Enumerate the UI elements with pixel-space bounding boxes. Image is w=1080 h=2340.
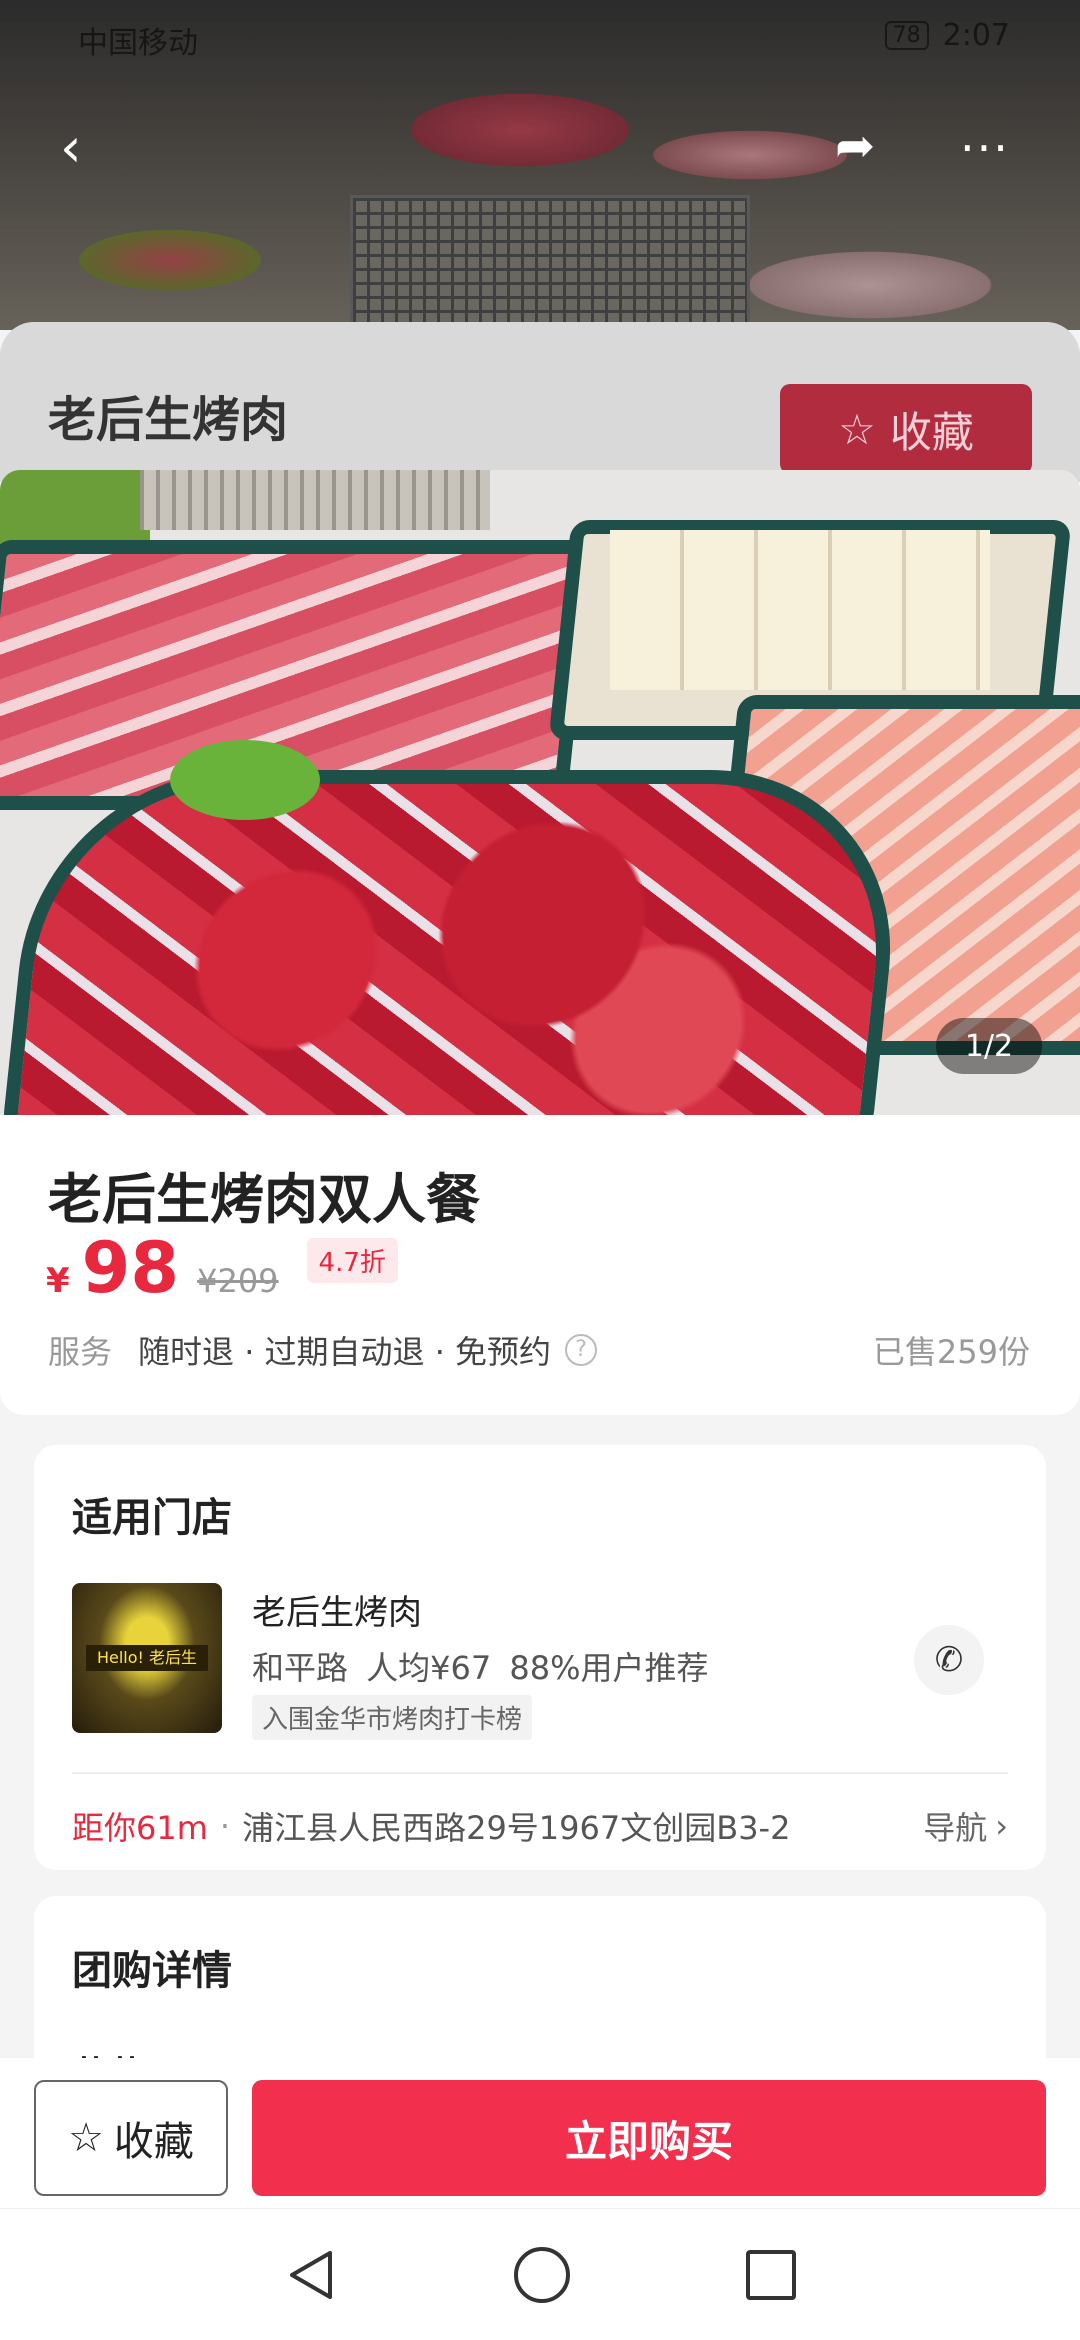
service-items: 随时退 · 过期自动退 · 免预约 [138,1333,552,1371]
grill-edge [140,470,490,530]
system-recents-icon[interactable] [746,2250,796,2300]
store-thumbnail[interactable]: Hello! 老后生 [72,1583,222,1733]
screen: 中国移动 78 2:07 ‹ ➦ ··· 老后生烤肉 ☆ 收藏 1/2 老后生烤… [0,0,1080,2340]
divider [72,1772,1008,1774]
discount-badge: 4.7折 [306,1237,398,1283]
store-thumbnail-sign: Hello! 老后生 [86,1645,208,1671]
product-info: 老后生烤肉双人餐 ¥ 98 ¥209 4.7折 服务 随时退 · 过期自动退 ·… [0,1115,1080,1415]
system-home-icon[interactable] [514,2247,570,2303]
phone-button[interactable]: ✆ [914,1625,984,1695]
navigate-link[interactable]: 导航 › [923,1803,1008,1849]
price-row: ¥ 98 ¥209 4.7折 [46,1233,398,1303]
star-outline-icon: ☆ [68,2115,104,2161]
chevron-right-icon: › [995,1807,1008,1845]
buy-now-button[interactable]: 立即购买 [252,2080,1046,2196]
sale-price: 98 [81,1227,180,1309]
beef-tray [0,770,910,1115]
product-title: 老后生烤肉双人餐 [48,1168,480,1231]
original-price: ¥209 [197,1262,279,1300]
distance-label: 距你61m [72,1809,208,1847]
system-navigation-bar [0,2208,1080,2340]
favorite-label: 收藏 [113,2119,194,2165]
image-pager: 1/2 [936,1018,1042,1074]
more-icon[interactable]: ··· [960,118,1010,178]
phone-icon: ✆ [934,1640,964,1680]
address-row[interactable]: 距你61m · 浦江县人民西路29号1967文创园B3-2 导航 › [72,1803,1008,1849]
clock: 2:07 [942,18,1010,53]
status-bar: 中国移动 78 2:07 [0,0,1080,72]
system-back-icon[interactable] [284,2247,340,2303]
tofu-slices [610,530,990,690]
store-section-title: 适用门店 [72,1495,232,1541]
store-address: 浦江县人民西路29号1967文创园B3-2 [242,1809,791,1847]
separator-dot: · [219,1807,231,1845]
sold-count: 已售259份 [872,1333,1030,1371]
favorite-shop-label: 收藏 [889,407,974,457]
back-chevron-icon[interactable]: ‹ [60,118,82,178]
lettuce-garnish [170,740,320,820]
shop-title: 老后生烤肉 [48,392,289,448]
store-name[interactable]: 老后生烤肉 [252,1585,422,1634]
status-icons: 78 2:07 [884,18,1010,53]
share-icon[interactable]: ➦ [835,116,875,176]
shop-sheet: 老后生烤肉 ☆ 收藏 [0,322,1080,482]
service-label: 服务 [48,1333,113,1371]
carrier-label: 中国移动 [78,26,198,61]
currency-symbol: ¥ [46,1261,70,1301]
bottom-action-bar: ☆ 收藏 立即购买 [0,2058,1080,2208]
details-section-title: 团购详情 [72,1948,232,1994]
favorite-shop-button[interactable]: ☆ 收藏 [780,384,1032,474]
service-row[interactable]: 服务 随时退 · 过期自动退 · 免预约 ? [48,1327,598,1373]
favorite-button[interactable]: ☆ 收藏 [34,2080,228,2196]
battery-indicator: 78 [884,21,929,50]
store-ranking-tag[interactable]: 入围金华市烤肉打卡榜 [252,1695,533,1740]
help-icon[interactable]: ? [565,1334,598,1366]
store-meta: 和平路 人均¥67 88%用户推荐 [252,1649,709,1687]
store-card: 适用门店 Hello! 老后生 老后生烤肉 和平路 人均¥67 88%用户推荐 … [34,1445,1046,1870]
star-icon: ☆ [838,404,876,454]
hero-image[interactable]: 1/2 [0,470,1080,1115]
navigate-label: 导航 [923,1809,988,1847]
